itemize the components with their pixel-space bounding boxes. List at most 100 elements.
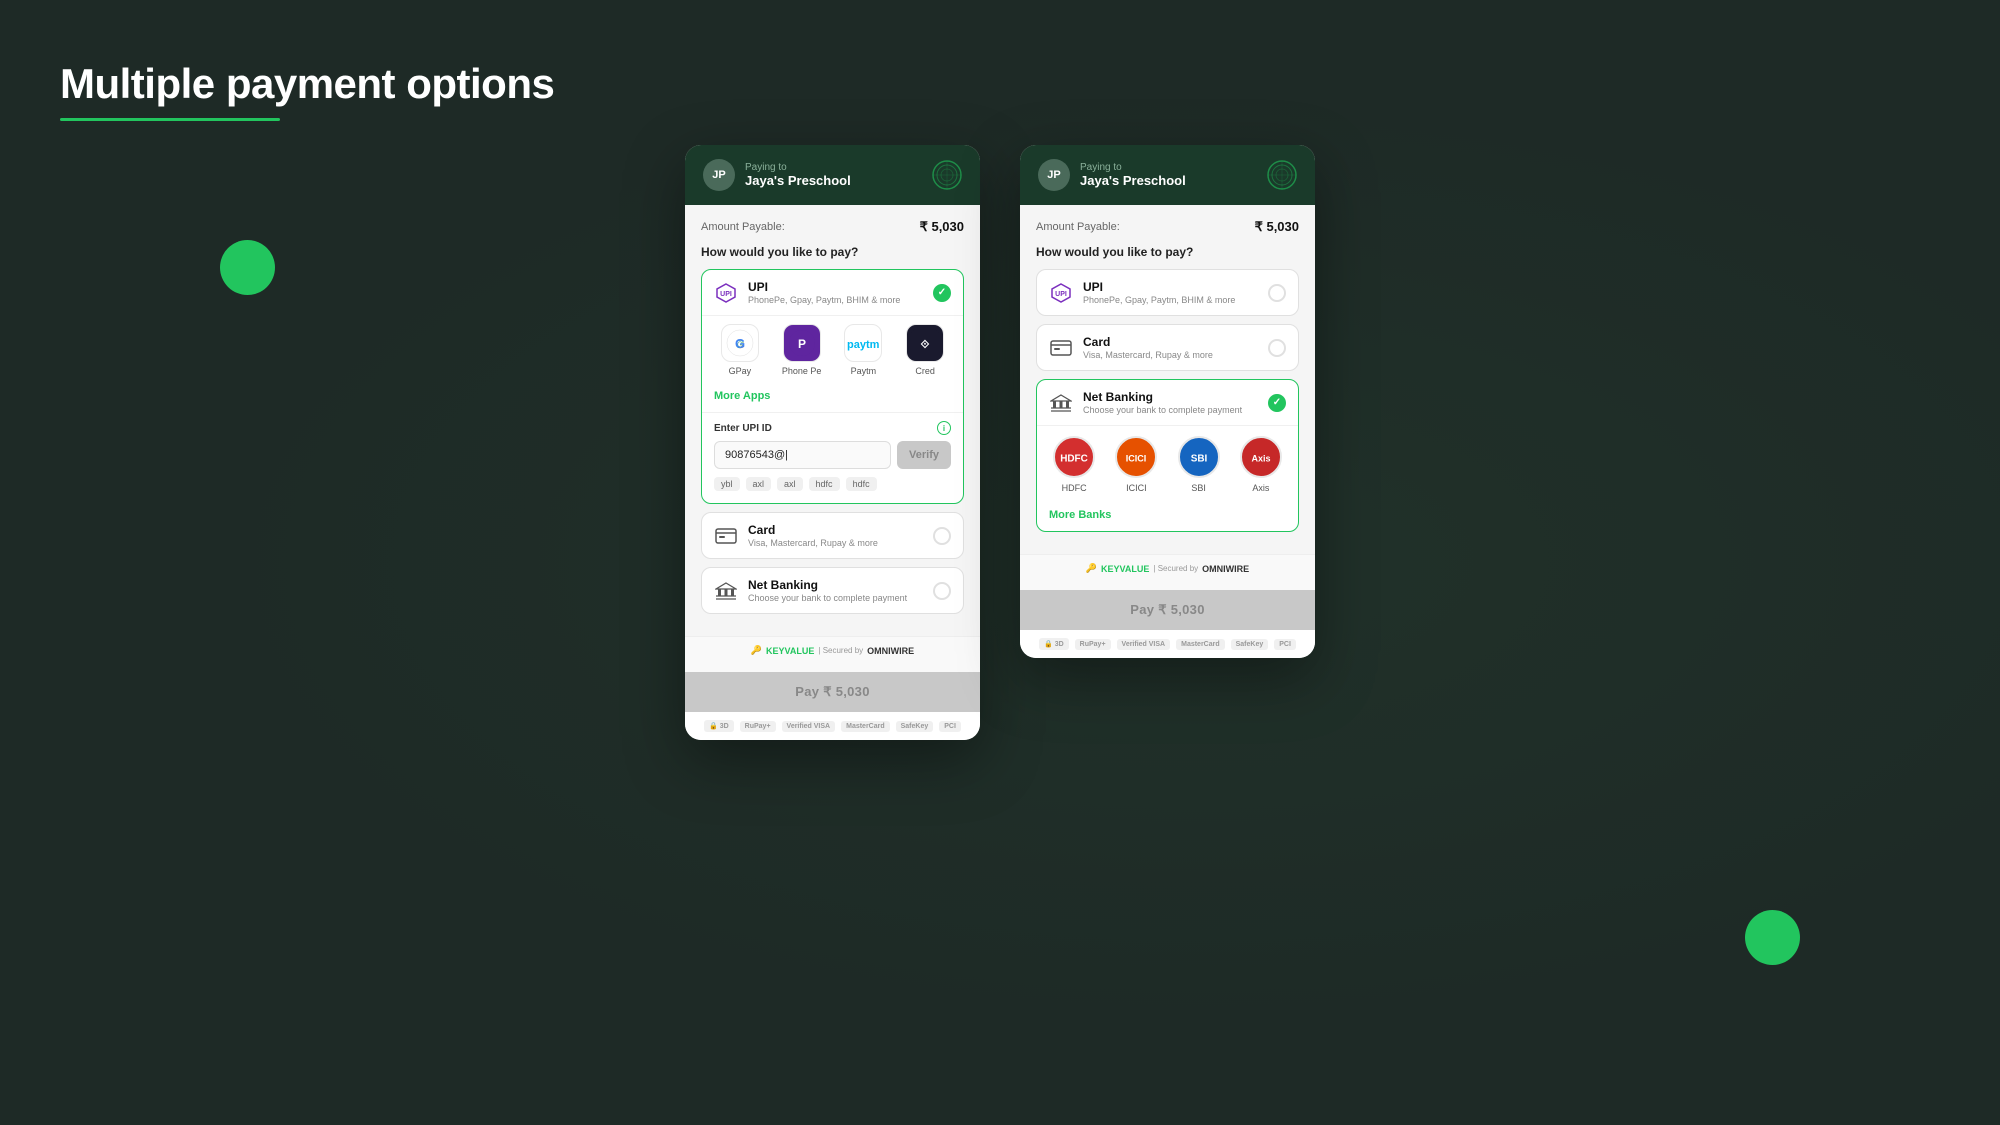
trust-badges-left: 🔒 3D RuPay+ Verified VISA MasterCard Saf… xyxy=(685,712,980,740)
upi-option-right[interactable]: UPI UPI PhonePe, Gpay, Paytm, BHIM & mor… xyxy=(1036,269,1299,316)
axis-bank[interactable]: Axis Axis xyxy=(1236,436,1286,493)
sbi-label: SBI xyxy=(1191,483,1206,493)
netbanking-option-header-left[interactable]: Net Banking Choose your bank to complete… xyxy=(702,568,963,613)
svg-text:G: G xyxy=(735,336,745,351)
phonepe-icon[interactable]: P xyxy=(783,324,821,362)
upi-option-header-left[interactable]: UPI UPI PhonePe, Gpay, Paytm, BHIM & mor… xyxy=(702,270,963,315)
netbanking-check-left xyxy=(933,582,951,600)
merchant-name-left: Jaya's Preschool xyxy=(745,173,851,188)
netbanking-text-left: Net Banking Choose your bank to complete… xyxy=(748,578,907,603)
upi-apps-left: G G GPay xyxy=(702,315,963,386)
netbanking-option-left[interactable]: Net Banking Choose your bank to complete… xyxy=(701,567,964,614)
gpay-icon[interactable]: G G xyxy=(721,324,759,362)
decorative-dot-right xyxy=(1745,910,1800,965)
netbanking-option-right[interactable]: Net Banking Choose your bank to complete… xyxy=(1036,379,1299,532)
gpay-label: GPay xyxy=(729,366,752,376)
merchant-avatar-right: JP xyxy=(1038,159,1070,191)
sbi-bank[interactable]: SBI SBI xyxy=(1174,436,1224,493)
netbanking-text-right: Net Banking Choose your bank to complete… xyxy=(1083,390,1242,415)
card-body-right: Amount Payable: ₹ 5,030 How would you li… xyxy=(1020,205,1315,554)
upi-icon-right: UPI xyxy=(1049,281,1073,305)
bank-logos: HDFC HDFC ICICI ICICI xyxy=(1037,425,1298,505)
paytm-icon[interactable]: paytm xyxy=(844,324,882,362)
svg-text:UPI: UPI xyxy=(720,291,732,298)
card-header-left: JP Paying to Jaya's Preschool xyxy=(685,145,980,205)
upi-check-right xyxy=(1268,284,1286,302)
header-text-left: Paying to Jaya's Preschool xyxy=(745,162,851,188)
phonepe-label: Phone Pe xyxy=(782,366,822,376)
suggestion-ybl[interactable]: ybl xyxy=(714,477,740,491)
card-text-right: Card Visa, Mastercard, Rupay & more xyxy=(1083,335,1213,360)
pay-button-right[interactable]: Pay ₹ 5,030 xyxy=(1020,590,1315,630)
netbanking-icon-left xyxy=(714,579,738,603)
brand-logo-right xyxy=(1267,160,1297,190)
amount-row-left: Amount Payable: ₹ 5,030 xyxy=(701,219,964,235)
card-option-left[interactable]: Card Visa, Mastercard, Rupay & more xyxy=(701,512,964,559)
amount-row-right: Amount Payable: ₹ 5,030 xyxy=(1036,219,1299,235)
omniwire-text-right: OMNIWIRE xyxy=(1202,564,1249,574)
gpay-app[interactable]: G G GPay xyxy=(714,324,766,376)
upi-input-label: Enter UPI ID i xyxy=(714,421,951,435)
payment-card-left: JP Paying to Jaya's Preschool Amount Pay… xyxy=(685,145,980,740)
phonepe-app[interactable]: P Phone Pe xyxy=(776,324,828,376)
badge-pci: PCI xyxy=(939,721,961,732)
netbanking-icon-right xyxy=(1049,391,1073,415)
upi-text-left: UPI PhonePe, Gpay, Paytm, BHIM & more xyxy=(748,280,900,305)
svg-text:paytm: paytm xyxy=(847,339,880,351)
cred-icon[interactable]: ⟐ xyxy=(906,324,944,362)
netbanking-title-left: Net Banking xyxy=(748,578,907,592)
merchant-name-right: Jaya's Preschool xyxy=(1080,173,1186,188)
axis-icon[interactable]: Axis xyxy=(1240,436,1282,478)
netbanking-option-right-content: Net Banking Choose your bank to complete… xyxy=(1049,390,1242,415)
card-option-right[interactable]: Card Visa, Mastercard, Rupay & more xyxy=(1036,324,1299,371)
suggestion-axl-2[interactable]: axl xyxy=(777,477,803,491)
pay-question-left: How would you like to pay? xyxy=(701,245,964,259)
suggestion-axl-1[interactable]: axl xyxy=(746,477,772,491)
paytm-label: Paytm xyxy=(851,366,877,376)
cards-container: JP Paying to Jaya's Preschool Amount Pay… xyxy=(685,145,1315,740)
badge-rupay-r: RuPay+ xyxy=(1075,639,1111,650)
card-option-right-content: Card Visa, Mastercard, Rupay & more xyxy=(1049,335,1213,360)
suggestion-hdfc-2[interactable]: hdfc xyxy=(846,477,877,491)
upi-option-header-right[interactable]: UPI UPI PhonePe, Gpay, Paytm, BHIM & mor… xyxy=(1037,270,1298,315)
amount-label-right: Amount Payable: xyxy=(1036,221,1120,233)
card-option-header-left[interactable]: Card Visa, Mastercard, Rupay & more xyxy=(702,513,963,558)
amount-label-left: Amount Payable: xyxy=(701,221,785,233)
card-header-right: JP Paying to Jaya's Preschool xyxy=(1020,145,1315,205)
hdfc-bank[interactable]: HDFC HDFC xyxy=(1049,436,1099,493)
sbi-icon[interactable]: SBI xyxy=(1178,436,1220,478)
cred-app[interactable]: ⟐ Cred xyxy=(899,324,951,376)
keyvalue-text-right: KEYVALUE xyxy=(1101,564,1149,574)
cred-label: Cred xyxy=(915,366,935,376)
netbanking-subtitle-right: Choose your bank to complete payment xyxy=(1083,405,1242,415)
keyvalue-text-left: KEYVALUE xyxy=(766,646,814,656)
page-title: Multiple payment options xyxy=(60,60,554,108)
badge-visa: Verified VISA xyxy=(782,721,836,732)
badge-3d: 🔒 3D xyxy=(704,720,734,732)
more-apps-button[interactable]: More Apps xyxy=(702,386,963,412)
netbanking-option-header-right[interactable]: Net Banking Choose your bank to complete… xyxy=(1037,380,1298,425)
upi-title-left: UPI xyxy=(748,280,900,294)
info-icon: i xyxy=(937,421,951,435)
verify-button[interactable]: Verify xyxy=(897,441,951,469)
suggestion-hdfc-1[interactable]: hdfc xyxy=(809,477,840,491)
svg-text:HDFC: HDFC xyxy=(1060,454,1088,465)
hdfc-label: HDFC xyxy=(1062,483,1087,493)
pay-button-left[interactable]: Pay ₹ 5,030 xyxy=(685,672,980,712)
upi-subtitle-left: PhonePe, Gpay, Paytm, BHIM & more xyxy=(748,295,900,305)
upi-option-left-content: UPI UPI PhonePe, Gpay, Paytm, BHIM & mor… xyxy=(714,280,900,305)
icici-icon[interactable]: ICICI xyxy=(1115,436,1157,478)
upi-check-left xyxy=(933,284,951,302)
card-icon-left xyxy=(714,524,738,548)
netbanking-title-right: Net Banking xyxy=(1083,390,1242,404)
upi-option-left[interactable]: UPI UPI PhonePe, Gpay, Paytm, BHIM & mor… xyxy=(701,269,964,504)
pay-question-right: How would you like to pay? xyxy=(1036,245,1299,259)
more-banks-button[interactable]: More Banks xyxy=(1037,505,1298,531)
icici-label: ICICI xyxy=(1126,483,1147,493)
icici-bank[interactable]: ICICI ICICI xyxy=(1111,436,1161,493)
hdfc-icon[interactable]: HDFC xyxy=(1053,436,1095,478)
upi-input-field[interactable] xyxy=(714,441,891,469)
paytm-app[interactable]: paytm Paytm xyxy=(838,324,890,376)
upi-text-right: UPI PhonePe, Gpay, Paytm, BHIM & more xyxy=(1083,280,1235,305)
card-option-header-right[interactable]: Card Visa, Mastercard, Rupay & more xyxy=(1037,325,1298,370)
